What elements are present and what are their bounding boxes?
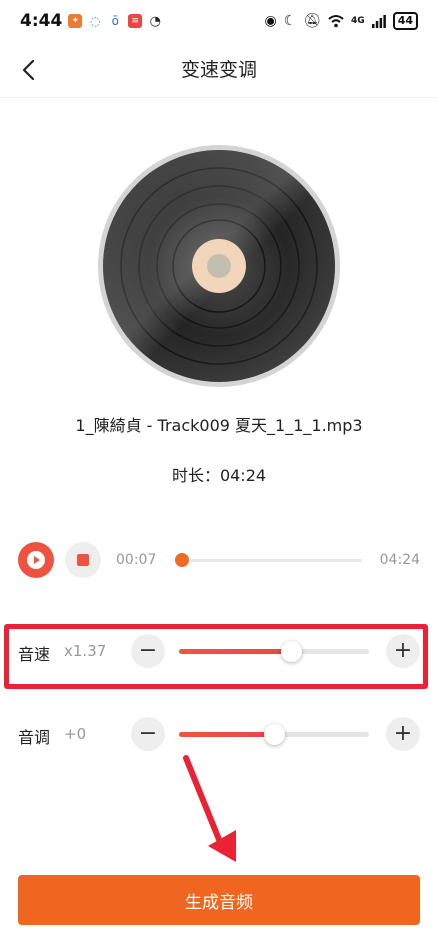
wifi-icon [328,15,344,28]
generate-audio-button[interactable]: 生成音频 [18,875,420,925]
play-icon [27,551,45,569]
progress-handle[interactable] [174,553,189,567]
pitch-label: 音调 [18,728,51,747]
highlight-box [4,624,428,689]
app-icon: ≡ [128,14,143,28]
status-icons: ◉ ☾ 🔕︎ 4G 44 [264,12,418,30]
network-type: 4G [351,16,365,26]
progress-bar[interactable] [174,553,362,567]
track-name: 1_陳綺貞 - Track009 夏天_1_1_1.mp3 [75,416,363,435]
status-bar: 4:44 ✦ ◌ ō ≡ ◔ ◉ ☾ 🔕︎ 4G 44 [0,0,438,42]
arrow-annotation-icon [183,755,236,862]
signal-icon [371,14,386,28]
chat-icon: ◌ [90,14,101,28]
pitch-value: +0 [64,725,87,743]
pitch-decrease-button[interactable]: − [131,717,165,751]
stop-button[interactable] [65,542,101,578]
moon-icon: ☾ [283,13,297,29]
speedometer-icon: ◔ [149,13,161,29]
total-time: 04:24 [379,552,420,568]
current-time: 00:07 [116,552,157,568]
vinyl-disc-icon [98,145,340,387]
plus-icon: + [393,721,413,746]
browser-icon: ō [111,14,119,28]
battery-icon: 44 [392,12,418,30]
player-controls: 00:07 04:24 [18,542,420,580]
minus-icon: − [138,721,158,746]
page-title: 变速变调 [180,59,257,81]
mute-icon: 🔕︎ [303,13,322,29]
play-button[interactable] [18,542,54,578]
pitch-increase-button[interactable]: + [386,717,420,751]
pitch-slider[interactable] [179,724,369,745]
eye-icon: ◉ [264,13,277,29]
stop-icon [77,554,89,566]
pitch-slider-handle[interactable] [264,724,285,745]
vinyl-record [98,145,340,387]
track-duration: 时长：04:24 [171,466,267,485]
pitch-control: 音调 +0 − + [18,714,420,754]
app-icon: ✦ [68,14,83,28]
status-time: 4:44 [20,11,63,31]
nav-bar: 变速变调 [0,42,438,98]
pitch-slider-fill [179,732,274,737]
